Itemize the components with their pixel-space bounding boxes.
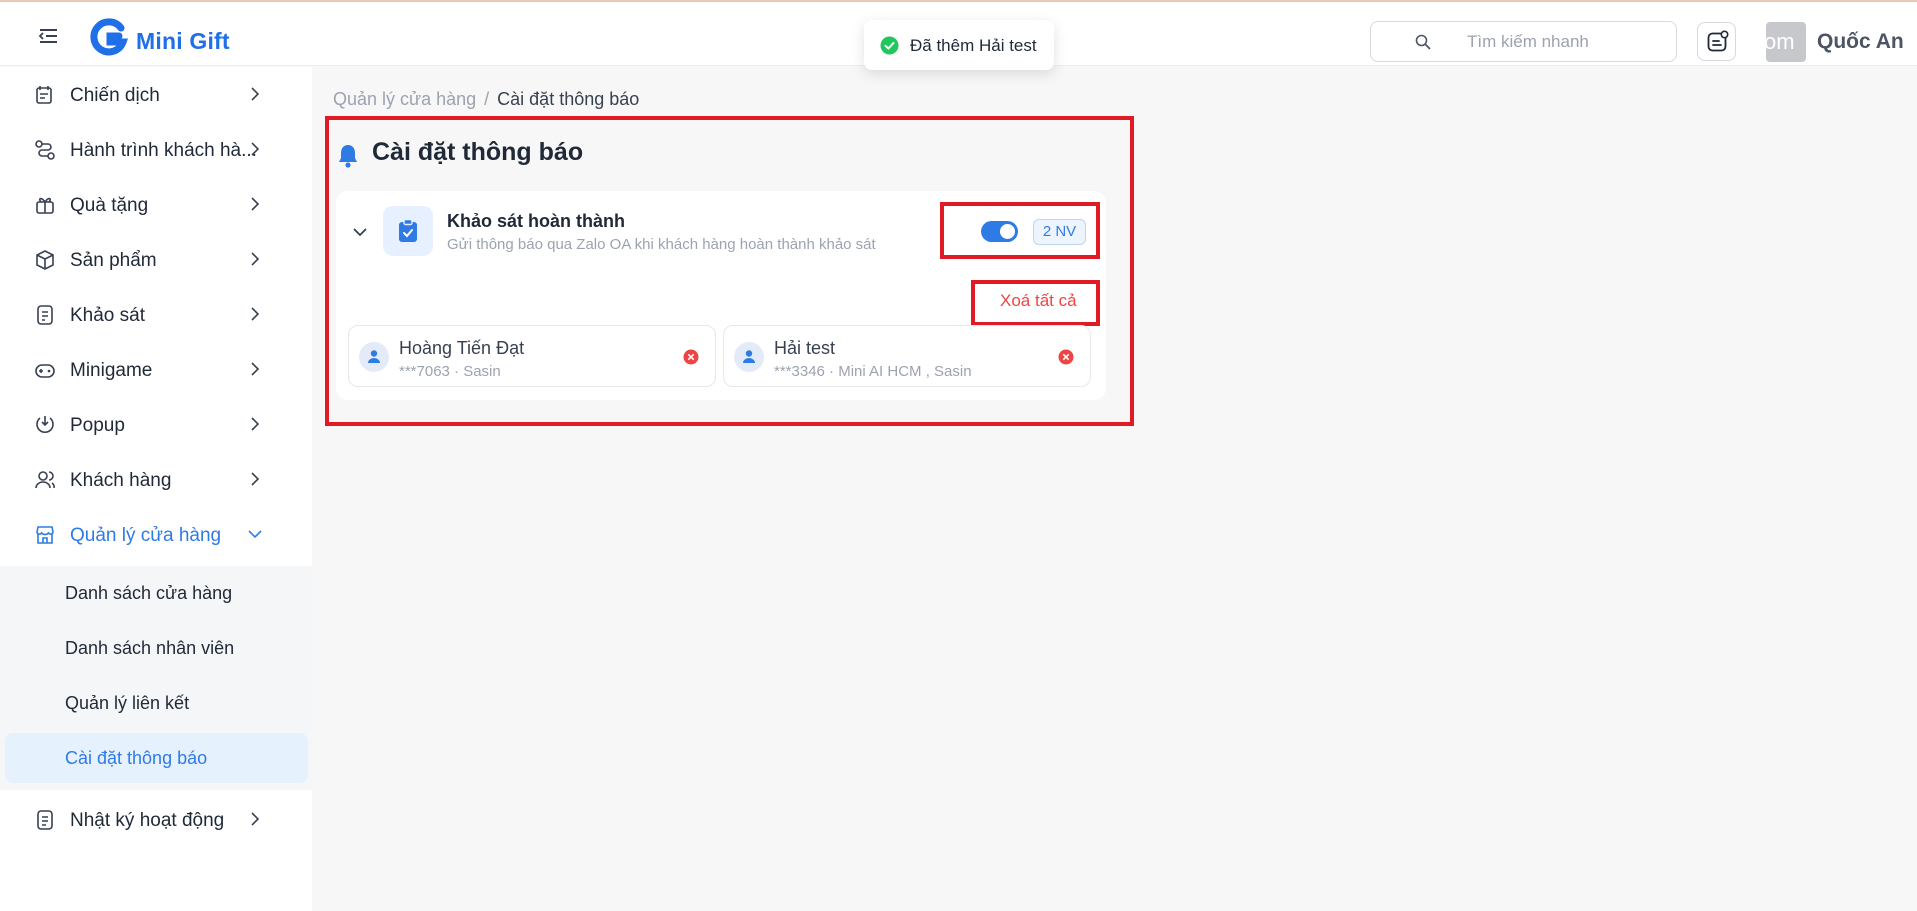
activity-log-icon [37, 810, 53, 830]
clear-all-button[interactable]: Xoá tất cả [1000, 291, 1077, 311]
search-input[interactable] [1467, 31, 1662, 53]
submenu-label: Cài đặt thông báo [65, 748, 208, 768]
chevron-right-icon [251, 307, 260, 321]
sidebar-item-popup[interactable]: Popup [0, 397, 312, 452]
user-name[interactable]: Quốc An [1817, 30, 1904, 54]
person-icon [743, 350, 755, 363]
sidebar-item-label: Minigame [70, 360, 153, 381]
remove-staff-icon[interactable] [1058, 349, 1074, 365]
chevron-right-icon [251, 362, 260, 376]
mini-gift-logo-icon[interactable] [88, 18, 128, 58]
toast-message: Đã thêm Hải test [910, 36, 1037, 55]
person-avatar [734, 342, 764, 372]
sidebar-item-campaigns[interactable]: Chiến dịch [0, 67, 312, 122]
sidebar-item-store-management[interactable]: Quản lý cửa hàng [0, 507, 312, 562]
staff-chip: Hải test ***3346 · Mini AI HCM , Sasin [723, 325, 1091, 387]
staff-name: Hải test [774, 338, 836, 358]
staff-chip: Hoàng Tiến Đạt ***7063 · Sasin [348, 325, 716, 387]
person-icon [368, 350, 380, 363]
sidebar-item-surveys[interactable]: Khảo sát [0, 287, 312, 342]
submenu-notification-settings[interactable]: Cài đặt thông báo [5, 733, 308, 783]
product-icon [36, 250, 54, 270]
sidebar-item-label: Sản phẩm [70, 250, 157, 271]
sidebar-item-products[interactable]: Sản phẩm [0, 232, 312, 287]
breadcrumb-parent[interactable]: Quản lý cửa hàng [333, 89, 476, 109]
sidebar: Chiến dịch Hành trình khách hà... Quà tặ… [0, 67, 312, 911]
person-avatar [359, 342, 389, 372]
card-description: Gửi thông báo qua Zalo OA khi khách hàng… [447, 236, 876, 253]
card-title: Khảo sát hoàn thành [447, 211, 626, 231]
notification-toggle[interactable] [981, 221, 1018, 242]
sidebar-item-customers[interactable]: Khách hàng [0, 452, 312, 507]
page-title: Cài đặt thông báo [372, 138, 584, 166]
chevron-right-icon [251, 197, 260, 211]
sidebar-item-label: Quản lý cửa hàng [70, 525, 222, 546]
breadcrumb: Quản lý cửa hàng / Cài đặt thông báo [333, 89, 639, 110]
sidebar-item-customer-journey[interactable]: Hành trình khách hà... [0, 122, 312, 177]
customers-icon [35, 471, 55, 489]
chevron-right-icon [251, 87, 260, 101]
submenu-store-list[interactable]: Danh sách cửa hàng [5, 568, 308, 618]
gamepad-icon [35, 364, 55, 378]
bell-icon [339, 145, 357, 168]
sidebar-item-label: Hành trình khách hà... [70, 140, 257, 161]
sidebar-item-gifts[interactable]: Quà tặng [0, 177, 312, 232]
chevron-right-icon [251, 252, 260, 266]
card-icon-box [383, 206, 433, 256]
submenu-staff-list[interactable]: Danh sách nhân viên [5, 623, 308, 673]
staff-meta: ***3346 · Mini AI HCM , Sasin [774, 363, 972, 380]
search-icon [1415, 34, 1431, 50]
notification-button[interactable] [1697, 22, 1736, 61]
remove-staff-icon[interactable] [683, 349, 699, 365]
sidebar-item-label: Nhật ký hoạt động [70, 810, 225, 831]
campaign-icon [36, 86, 52, 104]
breadcrumb-current: Cài đặt thông báo [497, 89, 640, 109]
chevron-right-icon [251, 812, 260, 826]
sidebar-item-label: Khảo sát [70, 305, 145, 326]
sidebar-item-label: Khách hàng [70, 470, 172, 491]
journey-icon [35, 140, 55, 160]
sidebar-item-label: Chiến dịch [70, 85, 160, 106]
brand-name[interactable]: Mini Gift [136, 28, 230, 55]
toggle-knob [1000, 224, 1015, 239]
staff-count-badge: 2 NV [1033, 219, 1086, 245]
chevron-right-icon [251, 417, 260, 431]
chevron-down-icon[interactable] [351, 224, 369, 240]
survey-icon [37, 305, 53, 325]
submenu-label: Danh sách nhân viên [65, 638, 235, 658]
chevron-right-icon [251, 472, 260, 486]
success-toast: Đã thêm Hải test [864, 20, 1054, 70]
sidebar-item-label: Quà tặng [70, 195, 149, 216]
breadcrumb-separator: / [484, 89, 490, 109]
sidebar-item-label: Popup [70, 415, 125, 436]
user-avatar[interactable]: om [1766, 22, 1806, 62]
clipboard-check-icon [399, 218, 417, 242]
sidebar-item-minigame[interactable]: Minigame [0, 342, 312, 397]
popup-icon [36, 416, 54, 433]
notification-icon [1707, 30, 1729, 52]
menu-collapse-icon[interactable] [38, 26, 60, 46]
store-management-submenu: Danh sách cửa hàng Danh sách nhân viên Q… [0, 566, 312, 790]
gift-icon [36, 197, 54, 214]
submenu-label: Quản lý liên kết [65, 693, 190, 713]
chevron-right-icon [251, 142, 260, 156]
submenu-link-management[interactable]: Quản lý liên kết [5, 678, 308, 728]
check-circle-icon [880, 36, 899, 55]
chevron-down-icon [248, 530, 262, 539]
sidebar-item-activity-log[interactable]: Nhật ký hoạt động [0, 792, 312, 847]
staff-name: Hoàng Tiến Đạt [399, 338, 525, 358]
quick-search[interactable] [1370, 21, 1677, 62]
store-icon [36, 526, 54, 544]
submenu-label: Danh sách cửa hàng [65, 583, 233, 603]
staff-meta: ***7063 · Sasin [399, 363, 501, 380]
